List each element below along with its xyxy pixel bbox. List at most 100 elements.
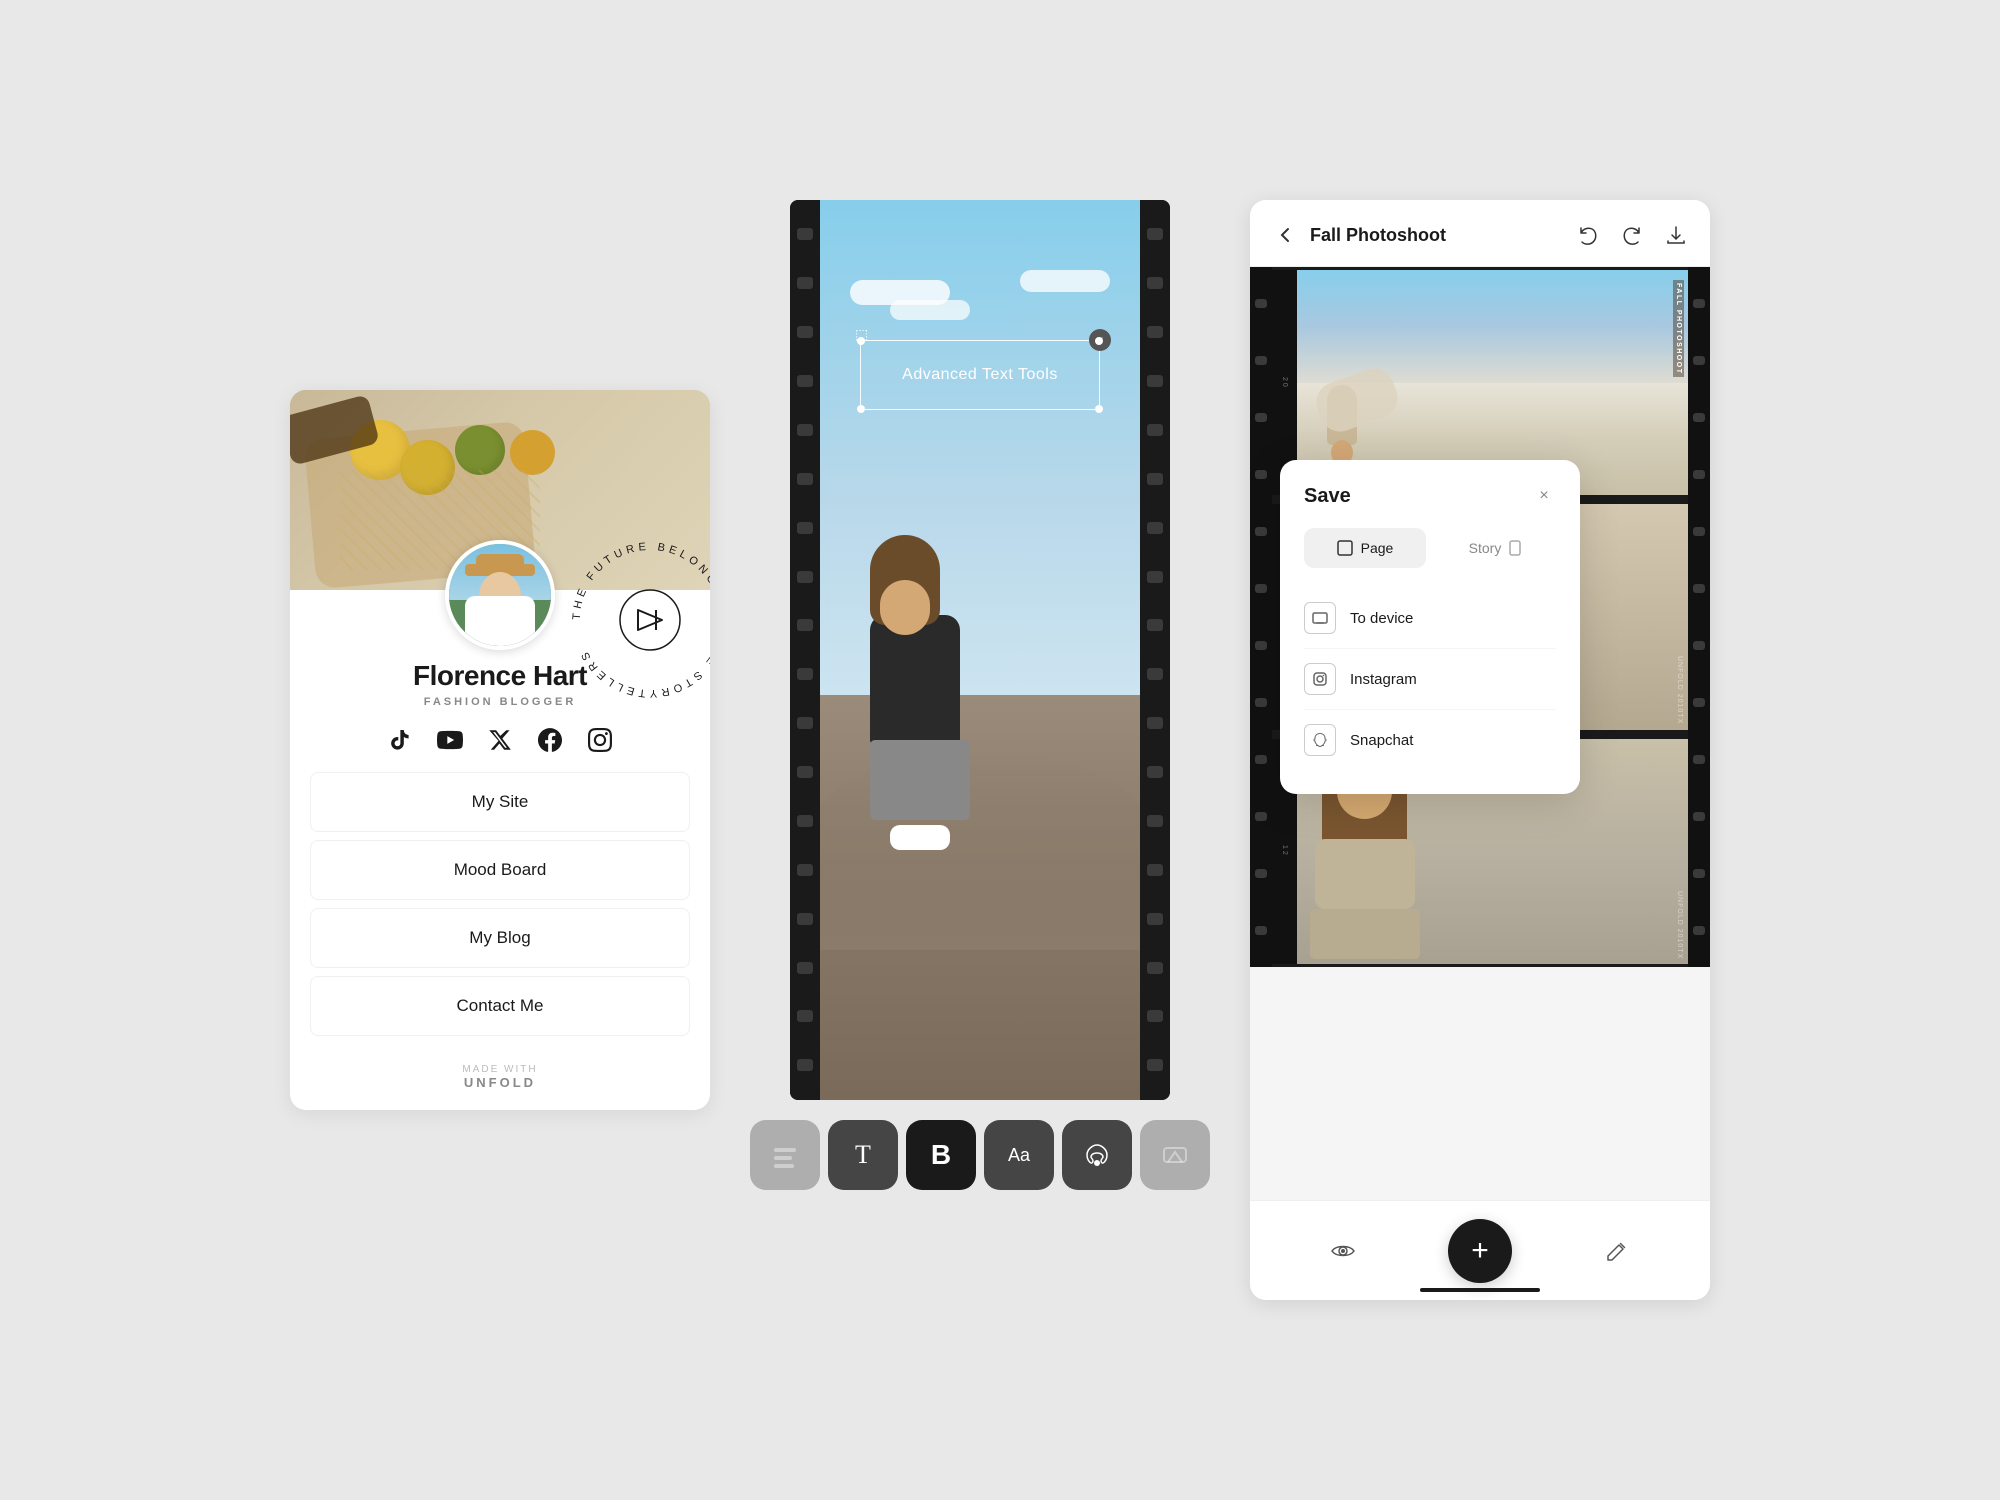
perf <box>1255 869 1267 878</box>
made-with-brand: UNFOLD <box>462 1075 537 1090</box>
save-option-device-label: To device <box>1350 610 1413 627</box>
perf <box>1255 812 1267 821</box>
perf <box>1255 926 1267 935</box>
main-container: THE FUTURE BELONGS TO THE STORYTELLERS F… <box>50 100 1950 1400</box>
made-with-section: MADE WITH UNFOLD <box>462 1064 537 1110</box>
download-button[interactable] <box>1662 221 1690 249</box>
circular-text: THE FUTURE BELONGS TO THE STORYTELLERS <box>571 541 710 699</box>
color-tool-btn[interactable] <box>1062 1120 1132 1190</box>
frame-num-3: 12 <box>1281 845 1288 857</box>
font-tool-label: Aa <box>1008 1145 1030 1166</box>
save-dialog-header: Save × <box>1304 484 1556 508</box>
right-ghost-tool[interactable] <box>1140 1120 1210 1190</box>
unfold-label-2: UNFOLD 2010TX <box>1676 891 1683 959</box>
perf <box>797 1010 813 1022</box>
cloud-2 <box>890 300 970 320</box>
text-selection-box[interactable]: ⬚ × Advanced Text Tools <box>860 340 1100 410</box>
perf <box>1147 326 1163 338</box>
nav-my-blog[interactable]: My Blog <box>310 908 690 968</box>
perf <box>1147 522 1163 534</box>
nav-mood-board[interactable]: Mood Board <box>310 840 690 900</box>
fall-photoshoot-label: FALL PHOTOSHOOT <box>1673 280 1684 377</box>
instagram-icon[interactable] <box>586 726 614 754</box>
header-actions <box>1574 221 1690 249</box>
perf <box>1147 228 1163 240</box>
cloud-3 <box>1020 270 1110 292</box>
body <box>465 596 535 646</box>
person-shoes <box>890 825 950 850</box>
save-dialog: Save × Page Story <box>1280 460 1580 794</box>
project-header: Fall Photoshoot <box>1250 200 1710 267</box>
perf <box>1693 299 1705 308</box>
save-tab-page-label: Page <box>1361 540 1394 556</box>
perf <box>1693 641 1705 650</box>
text-content: Advanced Text Tools <box>902 366 1058 384</box>
perf <box>1255 584 1267 593</box>
perf <box>1147 277 1163 289</box>
save-option-snapchat-label: Snapchat <box>1350 732 1413 749</box>
perf <box>1147 913 1163 925</box>
corner-tl <box>857 337 865 345</box>
facebook-icon[interactable] <box>536 726 564 754</box>
perf <box>1147 424 1163 436</box>
back-button[interactable] <box>1270 220 1300 250</box>
perf <box>1693 470 1705 479</box>
profile-avatar <box>445 540 555 650</box>
text-tools-bar: T B Aa <box>750 1120 1210 1190</box>
save-option-instagram[interactable]: Instagram <box>1304 649 1556 710</box>
person-sitting <box>870 535 970 850</box>
perf <box>1147 717 1163 729</box>
perf <box>1255 470 1267 479</box>
edit-button[interactable] <box>1595 1229 1639 1273</box>
person-face <box>880 580 930 635</box>
perf <box>1147 962 1163 974</box>
corner-br <box>1095 405 1103 413</box>
perf <box>1693 926 1705 935</box>
perf <box>1693 755 1705 764</box>
twitter-icon[interactable] <box>486 726 514 754</box>
nav-contact-me[interactable]: Contact Me <box>310 976 690 1036</box>
profile-card: THE FUTURE BELONGS TO THE STORYTELLERS F… <box>290 390 710 1110</box>
bold-tool-btn[interactable]: B <box>906 1120 976 1190</box>
left-ghost-tool[interactable] <box>750 1120 820 1190</box>
save-tab-page[interactable]: Page <box>1304 528 1426 568</box>
perf <box>797 962 813 974</box>
youtube-icon[interactable] <box>436 726 464 754</box>
perf <box>797 619 813 631</box>
dialog-close-btn[interactable]: × <box>1532 484 1556 508</box>
nav-my-site[interactable]: My Site <box>310 772 690 832</box>
perf <box>797 277 813 289</box>
eye-button[interactable] <box>1321 1229 1365 1273</box>
instagram-save-icon <box>1304 663 1336 695</box>
redo-button[interactable] <box>1618 221 1646 249</box>
unfold-label-1: UNFOLD 2010TX <box>1676 656 1683 724</box>
corner-bl <box>857 405 865 413</box>
perf <box>1147 473 1163 485</box>
perf <box>1255 299 1267 308</box>
perf <box>1147 619 1163 631</box>
save-tab-story[interactable]: Story <box>1434 528 1556 568</box>
save-option-snapchat[interactable]: Snapchat <box>1304 710 1556 770</box>
made-with-label: MADE WITH <box>462 1064 537 1075</box>
perf <box>1147 864 1163 876</box>
save-tabs: Page Story <box>1304 528 1556 568</box>
perf <box>1255 356 1267 365</box>
add-button[interactable]: + <box>1448 1219 1512 1283</box>
add-icon: + <box>1471 1236 1489 1266</box>
perf <box>1147 1010 1163 1022</box>
perf <box>1147 1059 1163 1071</box>
text-tool-btn[interactable]: T <box>828 1120 898 1190</box>
woman-figure-1 <box>1327 385 1357 465</box>
person-body <box>870 615 960 745</box>
social-icons <box>386 726 614 754</box>
perf <box>797 326 813 338</box>
nav-menu: My Site Mood Board My Blog Contact Me <box>290 772 710 1064</box>
save-option-device[interactable]: To device <box>1304 588 1556 649</box>
tiktok-icon[interactable] <box>386 726 414 754</box>
perf <box>1255 698 1267 707</box>
perf <box>797 375 813 387</box>
font-tool-btn[interactable]: Aa <box>984 1120 1054 1190</box>
undo-button[interactable] <box>1574 221 1602 249</box>
svg-text:THE FUTURE BELONGS TO THE STOR: THE FUTURE BELONGS TO THE STORYTELLERS <box>571 541 710 699</box>
perf <box>1147 375 1163 387</box>
